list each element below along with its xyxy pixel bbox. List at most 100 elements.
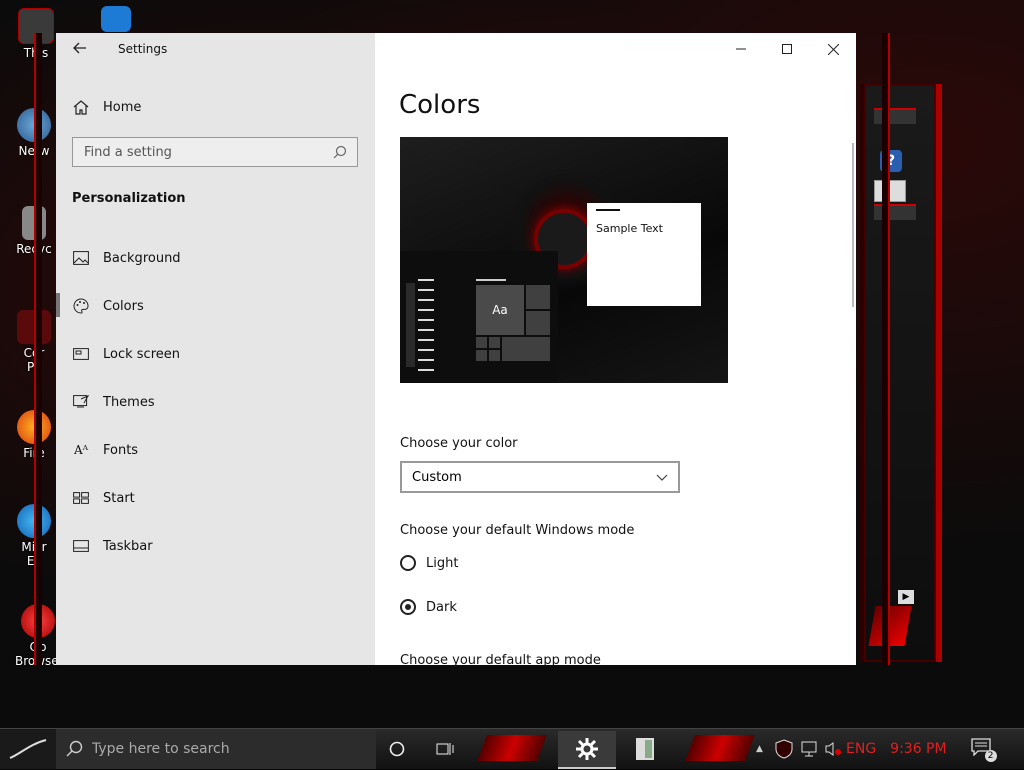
preview-tile (526, 285, 550, 309)
radio-label: Dark (426, 599, 457, 615)
start-button[interactable] (0, 729, 56, 769)
color-mode-select[interactable]: Custom (400, 461, 680, 493)
clock[interactable]: 9:36 PM (890, 741, 946, 757)
task-view-button[interactable] (428, 733, 462, 765)
sidebar-item-label: Colors (103, 298, 144, 314)
choose-color-label: Choose your color (400, 436, 518, 451)
scrollbar[interactable] (852, 143, 854, 307)
page-title: Colors (399, 90, 481, 120)
sidebar-item-label: Lock screen (103, 346, 180, 362)
sidebar-item-taskbar[interactable]: Taskbar (72, 534, 153, 558)
search-icon (66, 740, 83, 757)
lock-screen-icon (72, 346, 90, 362)
preview-tile (526, 311, 550, 335)
sidebar-item-label: Background (103, 250, 181, 266)
taskbar-search[interactable] (56, 728, 376, 770)
preview-tile: Aa (476, 285, 524, 335)
preview-line (418, 279, 434, 281)
preview-sample-text: Sample Text (596, 222, 663, 235)
taskbar-decoration (477, 735, 547, 761)
network-icon[interactable] (800, 741, 818, 757)
search-icon[interactable] (333, 145, 347, 159)
preview-tile (476, 337, 487, 348)
preview-line (476, 279, 506, 281)
close-icon (827, 43, 839, 55)
maximize-button[interactable] (764, 33, 810, 65)
shield-icon[interactable] (774, 739, 794, 759)
gear-icon (576, 738, 598, 760)
preview-tile (476, 350, 487, 361)
preview-start-menu: Aa (400, 251, 558, 383)
sidebar-item-label: Start (103, 490, 135, 506)
preview-window: Sample Text (587, 203, 701, 306)
preview-tile (502, 337, 550, 361)
preview-line (418, 369, 434, 371)
cortana-icon (389, 741, 405, 757)
preview-line (418, 359, 434, 361)
sidebar-item-lock-screen[interactable]: Lock screen (72, 342, 180, 366)
rog-start-icon (9, 739, 47, 759)
preview-line (418, 319, 434, 321)
task-view-icon (436, 743, 454, 755)
image-icon (72, 250, 90, 266)
notification-count: 2 (984, 750, 997, 762)
preview-line (418, 339, 434, 341)
app-title: Settings (118, 42, 168, 56)
desktop-icon-vscode[interactable] (86, 6, 146, 34)
start-icon (72, 490, 90, 506)
sidebar-item-label: Themes (103, 394, 155, 410)
selection-indicator (56, 293, 60, 317)
color-preview: Aa Sample Text (400, 137, 728, 383)
windows-mode-label: Choose your default Windows mode (400, 523, 635, 538)
volume-muted-icon[interactable] (824, 741, 842, 757)
select-value: Custom (412, 469, 462, 485)
radio-button[interactable] (400, 555, 416, 571)
vscode-icon (101, 6, 131, 32)
taskbar-icon (72, 538, 90, 554)
preview-line (418, 309, 434, 311)
preview-rail (406, 283, 415, 367)
cortana-button[interactable] (380, 733, 414, 765)
fonts-icon: Aᴬ (73, 443, 89, 457)
radio-light[interactable]: Light (400, 555, 458, 571)
chevron-up-icon[interactable]: ▲ (756, 744, 768, 754)
notification-center-button[interactable]: 2 (970, 738, 997, 762)
window-controls (718, 33, 856, 65)
taskbar: ▲ ENG 9:36 PM 2 (0, 728, 1024, 770)
taskbar-decoration (685, 735, 755, 761)
radio-dark[interactable]: Dark (400, 599, 457, 615)
minimize-button[interactable] (718, 33, 764, 65)
app-window-icon (636, 738, 654, 760)
system-tray: ▲ ENG 9:36 PM 2 (756, 729, 997, 769)
sidebar-item-start[interactable]: Start (72, 486, 135, 510)
preview-tiles: Aa (476, 285, 550, 371)
taskbar-search-input[interactable] (84, 728, 364, 770)
play-icon[interactable]: ▶ (898, 590, 914, 604)
home-icon (72, 99, 90, 115)
app-mode-label: Choose your default app mode (400, 653, 601, 665)
sidebar-item-label: Home (103, 99, 142, 115)
maximize-icon (782, 44, 792, 54)
taskbar-app-settings[interactable] (558, 731, 616, 769)
title-bar: Settings (56, 33, 375, 65)
language-indicator[interactable]: ENG (846, 741, 876, 757)
preview-line (418, 329, 434, 331)
sidebar-item-fonts[interactable]: Aᴬ Fonts (72, 438, 138, 462)
close-button[interactable] (810, 33, 856, 65)
sidebar-item-background[interactable]: Background (72, 246, 181, 270)
back-button[interactable] (70, 40, 90, 58)
palette-icon (72, 298, 90, 314)
sidebar-item-themes[interactable]: Themes (72, 390, 155, 414)
sidebar-item-home[interactable]: Home (72, 95, 141, 119)
sidebar-item-colors[interactable]: Colors (72, 294, 144, 318)
chevron-down-icon (656, 474, 668, 481)
radio-button[interactable] (400, 599, 416, 615)
preview-tile (489, 350, 500, 361)
preview-line (418, 349, 434, 351)
section-heading: Personalization (72, 191, 186, 206)
search-input[interactable] (73, 138, 324, 166)
taskbar-app-file[interactable] (620, 731, 670, 767)
preview-line (418, 289, 434, 291)
minimize-icon (736, 48, 746, 50)
search-box[interactable] (72, 137, 358, 167)
